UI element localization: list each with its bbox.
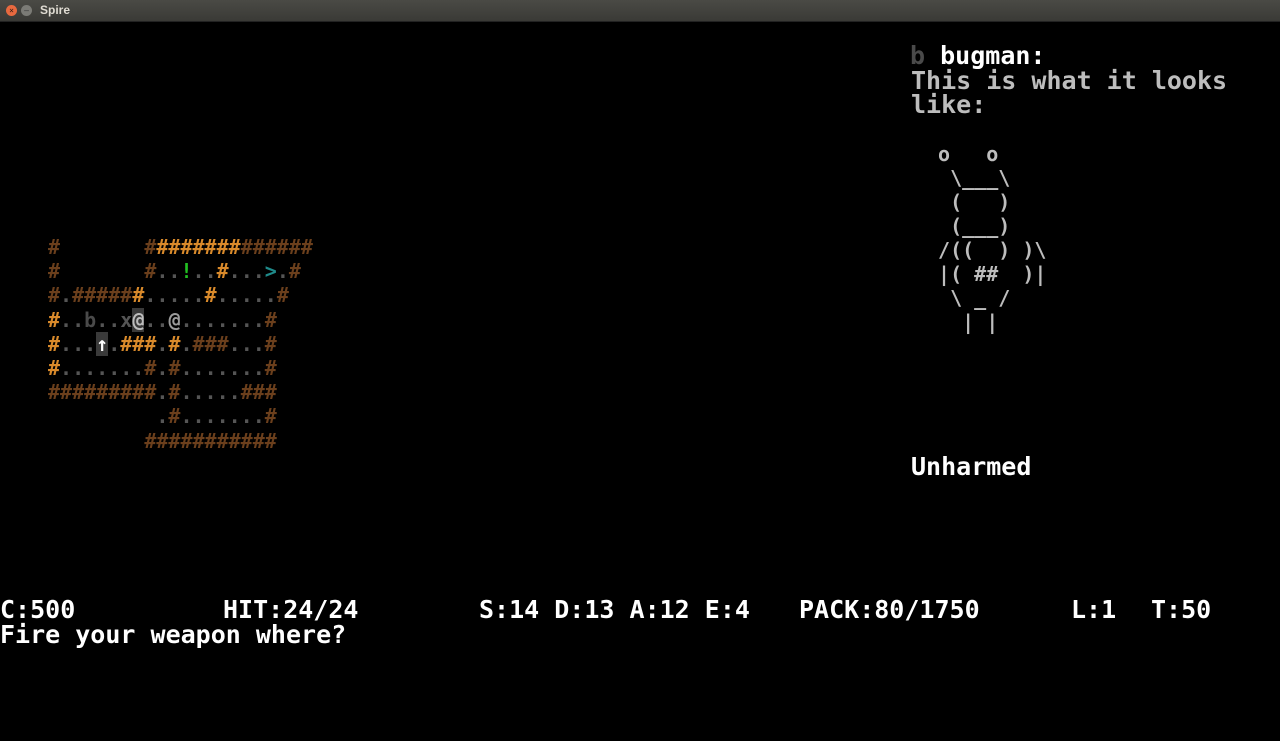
map-tile-segment: .......	[180, 356, 265, 381]
map-tile-segment: .....	[144, 283, 205, 308]
map-tile-segment: !	[180, 259, 193, 284]
map-row: ###########	[48, 429, 313, 453]
window-minimize-button[interactable]: –	[21, 5, 32, 16]
map-tile-segment: #######	[156, 235, 241, 259]
map-tile-segment: .	[276, 259, 289, 284]
map-tile-segment: @	[132, 307, 145, 332]
map-tile-segment: .	[108, 331, 121, 356]
map-tile-segment: .	[156, 331, 169, 356]
map-tile-segment: .......	[180, 307, 265, 332]
map-tile-segment: #	[48, 356, 61, 381]
map-tile-segment: ###	[192, 331, 229, 356]
map-tile-segment: ..	[192, 259, 217, 284]
map-tile-segment: .	[156, 380, 169, 405]
map-row: #...↑.###.#.###...#	[48, 331, 313, 356]
command-prompt: Fire your weapon where?	[0, 620, 347, 649]
map-tile-segment: #####	[72, 283, 133, 308]
map-tile-segment: ##########	[144, 428, 265, 453]
map-tile-segment: #########	[48, 380, 157, 405]
map-tile-segment: #	[144, 356, 157, 381]
map-tile-segment: ..	[144, 307, 169, 332]
status-attributes: S:14 D:13 A:12 E:4	[479, 595, 750, 624]
map-tile-segment: >	[264, 259, 277, 284]
map-tile-segment: #	[48, 283, 61, 308]
status-turn: T:50	[1151, 595, 1212, 624]
map-tile-segment: ###	[240, 380, 277, 405]
map-row: #.######.....#.....#	[48, 283, 313, 307]
map-tile-segment: #	[288, 259, 301, 284]
map-tile-segment: b	[84, 307, 97, 332]
window-title: Spire	[40, 3, 71, 17]
map-tile-segment: #	[168, 380, 181, 405]
monster-ascii-art: o o \___\ ( ) (___) /(( ) )\ |( ## )| \ …	[938, 142, 1047, 334]
map-tile-segment: x	[120, 307, 133, 332]
map-tile-segment: #	[264, 331, 277, 356]
map-tile-segment: #	[264, 307, 277, 332]
map-tile-segment: ..	[156, 259, 181, 284]
map-tile-segment	[48, 429, 144, 453]
monster-health-status: Unharmed	[911, 452, 1032, 481]
map-tile-segment: .....	[216, 283, 277, 308]
map-tile-segment	[60, 259, 144, 283]
map-row: #..b..x@..@.......#	[48, 307, 313, 332]
map-row: # ##############	[48, 235, 313, 259]
map-tile-segment: #	[264, 356, 277, 381]
map-tile-segment: #	[204, 283, 217, 308]
map-tile-segment: ...	[228, 331, 265, 356]
map-tile-segment: .	[156, 404, 169, 429]
map-tile-segment: #	[48, 307, 61, 332]
dungeon-map[interactable]: # ############## # #..!..#...>.# #.######.…	[48, 235, 313, 453]
map-row: #########.#.....###	[48, 380, 313, 404]
map-row: #.......#.#.......#	[48, 356, 313, 380]
map-tile-segment: ..	[60, 307, 85, 332]
map-tile-segment: ...	[60, 331, 97, 356]
map-tile-segment: .	[180, 331, 193, 356]
map-tile-segment: #	[168, 331, 181, 356]
map-tile-segment	[48, 404, 156, 428]
map-tile-segment: ↑	[96, 331, 109, 356]
map-tile-segment: @	[168, 307, 181, 332]
monster-description: This is what it looks like:	[911, 66, 1243, 119]
map-tile-segment: #	[144, 235, 157, 259]
map-tile-segment: ###	[120, 331, 157, 356]
map-tile-segment: .	[60, 283, 73, 308]
window-close-button[interactable]: ×	[6, 5, 17, 16]
status-level: L:1	[1071, 595, 1117, 624]
map-tile-segment: ######	[240, 235, 313, 259]
map-tile-segment: #	[168, 356, 181, 381]
map-tile-segment: .......	[180, 404, 265, 429]
monster-header: b bugman:	[910, 43, 1045, 68]
map-tile-segment: .......	[60, 356, 145, 381]
status-pack: PACK:80/1750	[799, 595, 980, 624]
map-tile-segment: #	[48, 235, 61, 259]
map-tile-segment: #	[132, 283, 145, 308]
window-titlebar: × – Spire	[0, 0, 1280, 22]
map-tile-segment: #	[276, 283, 289, 308]
map-row: # #..!..#...>.#	[48, 259, 313, 283]
map-tile-segment: .....	[180, 380, 241, 405]
map-row: .#.......#	[48, 404, 313, 428]
map-tile-segment: #	[264, 404, 277, 429]
map-tile-segment: ...	[228, 259, 265, 284]
map-tile-segment: #	[48, 331, 61, 356]
map-tile-segment: #	[48, 259, 61, 284]
map-tile-segment: #	[264, 428, 277, 453]
map-tile-segment: ..	[96, 307, 121, 332]
map-tile-segment: #	[168, 404, 181, 429]
map-tile-segment: .	[156, 356, 169, 381]
map-tile-segment: #	[216, 259, 229, 284]
map-tile-segment	[60, 235, 144, 259]
map-tile-segment: #	[144, 259, 157, 284]
